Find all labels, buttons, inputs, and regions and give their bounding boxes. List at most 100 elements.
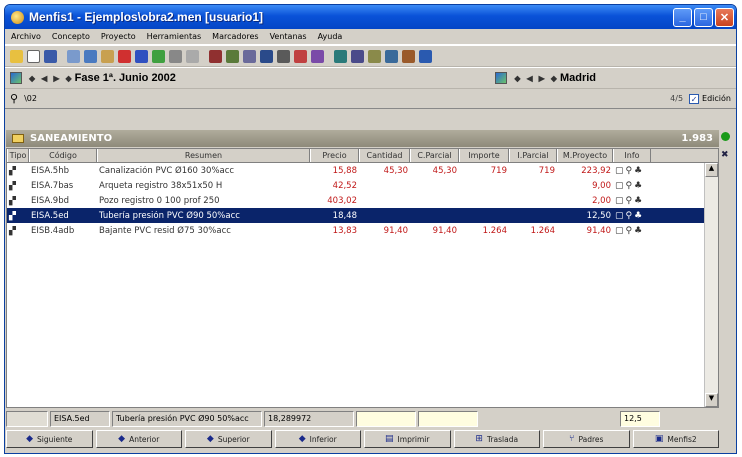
save-icon[interactable] xyxy=(44,49,57,63)
menu-ventanas[interactable]: Ventanas xyxy=(270,32,307,41)
col-resumen[interactable]: Resumen xyxy=(97,149,310,162)
table-body: ▞ EISA.5hb Canalización PVC Ø160 30%acc 15,… xyxy=(7,163,718,238)
import-icon[interactable] xyxy=(311,49,324,63)
search-icon[interactable]: ⚲ xyxy=(626,211,633,221)
prev-phase-icon[interactable]: ◀ xyxy=(41,74,47,83)
down-button[interactable]: ◆ Inferior xyxy=(274,430,361,448)
prev-location-icon[interactable]: ◀ xyxy=(526,74,532,83)
menfis-icon: ▣ xyxy=(654,434,664,444)
binoculars-icon[interactable]: ⚲ xyxy=(10,92,18,105)
tool-icon[interactable] xyxy=(402,49,415,63)
paste-icon[interactable] xyxy=(101,49,114,63)
next-location-icon[interactable]: ▶ xyxy=(539,74,545,83)
col-mproyecto[interactable]: M.Proyecto xyxy=(557,149,613,162)
first-location-icon[interactable]: ◆ xyxy=(514,74,520,83)
menu-ayuda[interactable]: Ayuda xyxy=(318,32,343,41)
menu-herramientas[interactable]: Herramientas xyxy=(147,32,202,41)
menu-marcadores[interactable]: Marcadores xyxy=(212,32,258,41)
window-icon[interactable] xyxy=(419,49,432,63)
last-location-icon[interactable]: ◆ xyxy=(551,74,557,83)
doc-icon[interactable]: ▢ xyxy=(615,211,624,221)
help-icon[interactable] xyxy=(334,49,347,63)
scroll-up-icon[interactable]: ▲ xyxy=(705,163,718,177)
chapter-header[interactable]: SANEAMIENTO 1.983 xyxy=(6,130,719,147)
status-bar: EISA.5ed Tubería presión PVC Ø90 50%acc … xyxy=(6,411,719,427)
next-button[interactable]: ◆ Siguiente xyxy=(6,430,93,448)
menu-archivo[interactable]: Archivo xyxy=(11,32,41,41)
col-info[interactable]: Info xyxy=(613,149,651,162)
col-iparcial[interactable]: I.Parcial xyxy=(509,149,557,162)
status-spacer xyxy=(480,411,618,427)
table-row[interactable]: ▞ EISA.5ed Tubería presión PVC Ø90 50%acc 1… xyxy=(7,208,718,223)
first-phase-icon[interactable]: ◆ xyxy=(29,74,35,83)
search-icon[interactable]: ⚲ xyxy=(626,226,633,236)
scroll-down-icon[interactable]: ▼ xyxy=(705,393,718,407)
tree-icon[interactable]: ♣ xyxy=(634,211,642,221)
title-bar[interactable]: Menfis1 - Ejemplos\obra2.men [usuario1] … xyxy=(5,5,736,29)
search-input[interactable]: \02 xyxy=(24,94,37,103)
col-tipo[interactable]: Tipo xyxy=(7,149,29,162)
table-row[interactable]: ▞ EISA.7bas Arqueta registro 38x51x50 H 42,… xyxy=(7,178,718,193)
down-icon: ◆ xyxy=(298,434,306,444)
export-icon[interactable] xyxy=(294,49,307,63)
list-icon[interactable] xyxy=(368,49,381,63)
row-price: 15,88 xyxy=(332,165,357,176)
tree-icon[interactable]: ♣ xyxy=(634,181,642,191)
doc-icon[interactable]: ▢ xyxy=(615,226,624,236)
close-button[interactable]: ✕ xyxy=(715,7,734,27)
close-panel-icon[interactable]: ✖ xyxy=(721,150,729,160)
tree-icon[interactable]: ♣ xyxy=(634,196,642,206)
tree-icon[interactable]: ♣ xyxy=(634,166,642,176)
tree-icon[interactable]: ♣ xyxy=(634,226,642,236)
minimize-button[interactable]: _ xyxy=(673,7,692,27)
status-dot-icon[interactable] xyxy=(721,132,730,141)
col-cantidad[interactable]: Cantidad xyxy=(359,149,410,162)
search-icon[interactable]: ⚲ xyxy=(626,181,633,191)
tree-icon[interactable] xyxy=(226,49,239,63)
table-row[interactable]: ▞ EISA.9bd Pozo registro 0 100 prof 250 403… xyxy=(7,193,718,208)
doc-icon[interactable]: ▢ xyxy=(615,181,624,191)
last-phase-icon[interactable]: ◆ xyxy=(65,74,71,83)
find-icon[interactable] xyxy=(152,49,165,63)
print-icon[interactable] xyxy=(169,49,182,63)
edit-checkbox[interactable]: ✓ xyxy=(689,93,700,104)
doc-icon[interactable]: ▢ xyxy=(615,196,624,206)
chart-icon[interactable] xyxy=(260,49,273,63)
col-importe[interactable]: Importe xyxy=(459,149,509,162)
grid-icon[interactable] xyxy=(243,49,256,63)
vertical-scrollbar[interactable]: ▲ ▼ xyxy=(704,163,718,407)
phase-label: Fase 1ª. Junio 2002 xyxy=(74,72,176,84)
copy-icon[interactable] xyxy=(84,49,97,63)
open-file-icon[interactable] xyxy=(10,49,23,63)
maximize-button[interactable]: □ xyxy=(694,7,713,27)
parents-button[interactable]: ⑂ Padres xyxy=(543,430,630,448)
edit-label: Edición xyxy=(702,94,731,103)
menu-proyecto[interactable]: Proyecto xyxy=(101,32,136,41)
next-phase-icon[interactable]: ▶ xyxy=(53,74,59,83)
undo-icon[interactable] xyxy=(118,49,131,63)
search-icon[interactable]: ⚲ xyxy=(626,166,633,176)
table-row[interactable]: ▞ EISA.5hb Canalización PVC Ø160 30%acc 15,… xyxy=(7,163,718,178)
col-codigo[interactable]: Código xyxy=(29,149,97,162)
move-button[interactable]: ⊞ Traslada xyxy=(453,430,540,448)
previous-button[interactable]: ◆ Anterior xyxy=(95,430,182,448)
calc-icon[interactable] xyxy=(209,49,222,63)
doc-icon[interactable]: ▢ xyxy=(615,166,624,176)
menu-concepto[interactable]: Concepto xyxy=(52,32,90,41)
table-icon[interactable] xyxy=(277,49,290,63)
row-summary: Pozo registro 0 100 prof 250 xyxy=(99,195,220,206)
cut-icon[interactable] xyxy=(67,49,80,63)
table-row[interactable]: ▞ EISB.4adb Bajante PVC resid Ø75 30%acc 13… xyxy=(7,223,718,238)
col-cparcial[interactable]: C.Parcial xyxy=(410,149,459,162)
col-precio[interactable]: Precio xyxy=(310,149,359,162)
redo-icon[interactable] xyxy=(135,49,148,63)
search-icon[interactable]: ⚲ xyxy=(626,196,633,206)
menfis2-button[interactable]: ▣ Menfis2 xyxy=(632,430,719,448)
preview-icon[interactable] xyxy=(186,49,199,63)
new-file-icon[interactable] xyxy=(27,49,40,63)
settings-icon[interactable] xyxy=(385,49,398,63)
info-icon[interactable] xyxy=(351,49,364,63)
print-button[interactable]: ▤ Imprimir xyxy=(364,430,451,448)
phase-navigator: ◆ ◀ ▶ ◆ Fase 1ª. Junio 2002 ◆ ◀ ▶ ◆ Madr… xyxy=(5,67,736,89)
up-button[interactable]: ◆ Superior xyxy=(185,430,272,448)
